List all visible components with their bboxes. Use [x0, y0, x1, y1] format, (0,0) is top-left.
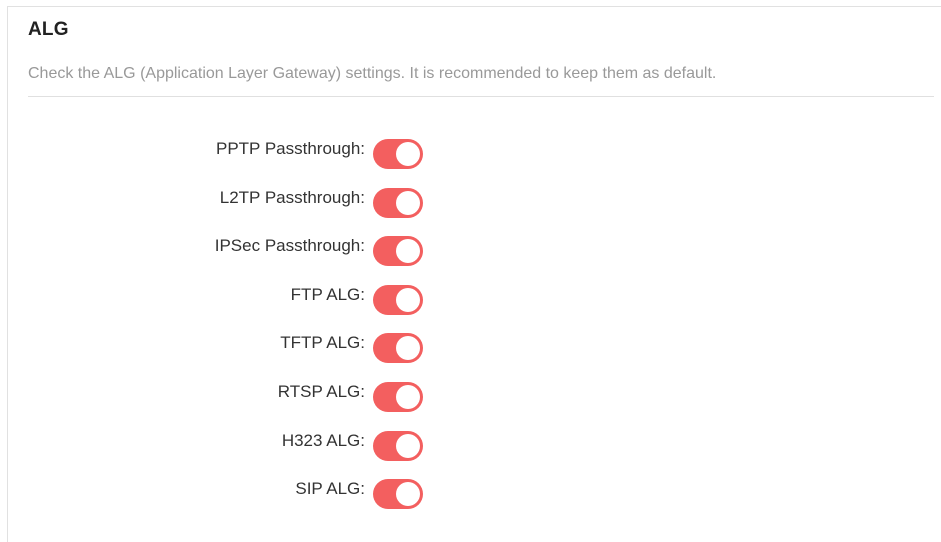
toggle-knob — [396, 142, 420, 166]
setting-label: SIP ALG: — [295, 479, 365, 499]
pptp-passthrough-toggle[interactable] — [373, 139, 423, 169]
setting-row-tftp-alg: TFTP ALG: — [8, 331, 608, 380]
setting-row-rtsp-alg: RTSP ALG: — [8, 380, 608, 429]
toggle-knob — [396, 482, 420, 507]
toggle-knob — [396, 384, 420, 409]
setting-row-l2tp-passthrough: L2TP Passthrough: — [8, 186, 608, 235]
setting-label: TFTP ALG: — [280, 333, 365, 353]
ftp-alg-toggle[interactable] — [373, 284, 423, 315]
setting-row-sip-alg: SIP ALG: — [8, 477, 608, 526]
toggle-knob — [396, 336, 420, 361]
divider — [28, 96, 934, 97]
setting-row-h323-alg: H323 ALG: — [8, 429, 608, 478]
sip-alg-toggle[interactable] — [373, 479, 423, 510]
alg-settings-panel: ALG Check the ALG (Application Layer Gat… — [7, 6, 941, 542]
setting-row-ftp-alg: FTP ALG: — [8, 283, 608, 332]
setting-label: RTSP ALG: — [277, 381, 365, 401]
toggle-knob — [396, 190, 420, 215]
settings-list: PPTP Passthrough: L2TP Passthrough: IPSe… — [8, 137, 608, 526]
toggle-knob — [396, 287, 420, 312]
setting-label: IPSec Passthrough: — [214, 236, 365, 256]
setting-label: PPTP Passthrough: — [216, 139, 365, 158]
section-description: Check the ALG (Application Layer Gateway… — [28, 65, 717, 82]
l2tp-passthrough-toggle[interactable] — [373, 187, 423, 218]
setting-label: L2TP Passthrough: — [219, 187, 365, 207]
setting-row-pptp-passthrough: PPTP Passthrough: — [8, 137, 608, 186]
ipsec-passthrough-toggle[interactable] — [373, 236, 423, 267]
toggle-knob — [396, 433, 420, 458]
section-title: ALG — [28, 19, 69, 40]
tftp-alg-toggle[interactable] — [373, 333, 423, 364]
setting-label: FTP ALG: — [290, 284, 365, 304]
setting-row-ipsec-passthrough: IPSec Passthrough: — [8, 234, 608, 283]
h323-alg-toggle[interactable] — [373, 430, 423, 461]
toggle-knob — [396, 239, 420, 264]
setting-label: H323 ALG: — [281, 430, 365, 450]
rtsp-alg-toggle[interactable] — [373, 381, 423, 412]
